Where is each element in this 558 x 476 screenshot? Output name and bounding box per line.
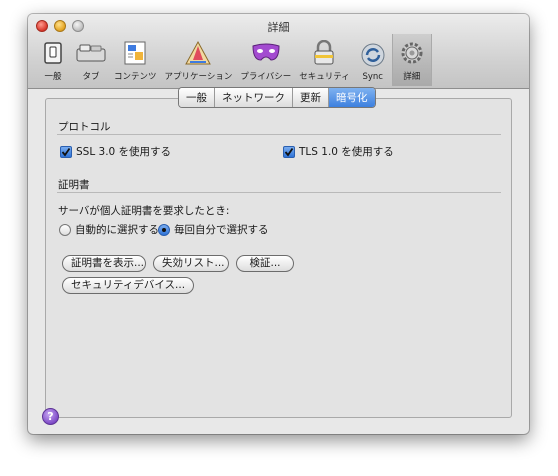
tab-encryption[interactable]: 暗号化 (329, 88, 375, 107)
radio-ask-every-time-row[interactable]: 毎回自分で選択する (158, 222, 269, 237)
certificates-divider (57, 192, 501, 193)
preferences-window: 詳細 一般 タブ コンテンツ アプリケーション プライバシー セキュリティ Sy… (28, 14, 529, 434)
toolbar-label-advanced: 詳細 (403, 72, 421, 82)
help-button[interactable]: ? (42, 408, 59, 425)
mask-icon (251, 39, 281, 67)
toolbar-item-applications[interactable]: アプリケーション (161, 34, 237, 86)
toolbar-item-general[interactable]: 一般 (34, 34, 72, 86)
toolbar-item-sync[interactable]: Sync (354, 34, 392, 86)
radio-ask-every-time[interactable] (158, 223, 170, 236)
sync-icon (358, 41, 388, 69)
toolbar-label-tabs: タブ (82, 72, 100, 82)
ssl-checkbox[interactable] (60, 145, 72, 158)
toolbar-label-applications: アプリケーション (164, 72, 233, 82)
toolbar-label-sync: Sync (362, 72, 383, 82)
toolbar-item-privacy[interactable]: プライバシー (236, 34, 295, 86)
content-icon (120, 39, 150, 67)
radio-ask-every-time-label: 毎回自分で選択する (174, 224, 269, 236)
encryption-pane: プロトコル SSL 3.0 を使用する TLS 1.0 を使用する 証明書 サー… (45, 98, 512, 418)
window-title: 詳細 (267, 21, 290, 34)
advanced-tabs: 一般 ネットワーク 更新 暗号化 (178, 87, 376, 108)
tls-checkbox[interactable] (283, 145, 295, 158)
toolbar-label-general: 一般 (44, 72, 62, 82)
tab-network[interactable]: ネットワーク (215, 88, 293, 107)
toolbar-label-security: セキュリティ (299, 72, 350, 82)
titlebar: 詳細 一般 タブ コンテンツ アプリケーション プライバシー セキュリティ Sy… (28, 14, 529, 89)
checkmark-icon (284, 147, 294, 156)
toolbar-item-content[interactable]: コンテンツ (110, 34, 161, 86)
certificates-heading: 証明書 (58, 179, 90, 191)
validation-button[interactable]: 検証... (236, 255, 294, 272)
security-devices-button[interactable]: セキュリティデバイス... (62, 277, 194, 294)
applications-icon (183, 39, 213, 67)
tab-update[interactable]: 更新 (293, 88, 329, 107)
radio-auto-select-row[interactable]: 自動的に選択する (59, 222, 159, 237)
tls-checkbox-row[interactable]: TLS 1.0 を使用する (283, 144, 394, 159)
certificate-prompt: サーバが個人証明書を要求したとき: (58, 205, 230, 217)
toolbar-item-tabs[interactable]: タブ (72, 34, 110, 86)
tls-checkbox-label: TLS 1.0 を使用する (299, 146, 394, 158)
checkmark-icon (61, 147, 71, 156)
toolbar-item-security[interactable]: セキュリティ (295, 34, 354, 86)
toolbar-item-advanced[interactable]: 詳細 (391, 34, 432, 86)
tabs-icon (76, 39, 106, 67)
toolbar-label-content: コンテンツ (114, 72, 157, 82)
revocation-lists-button[interactable]: 失効リスト... (153, 255, 229, 272)
preferences-toolbar: 一般 タブ コンテンツ アプリケーション プライバシー セキュリティ Sync … (34, 34, 432, 86)
protocol-heading: プロトコル (58, 121, 111, 133)
protocol-divider (57, 134, 501, 135)
tab-general[interactable]: 一般 (179, 88, 215, 107)
switch-icon (38, 39, 68, 67)
lock-icon (309, 39, 339, 67)
view-certificates-button[interactable]: 証明書を表示... (62, 255, 146, 272)
radio-auto-select[interactable] (59, 223, 71, 236)
ssl-checkbox-label: SSL 3.0 を使用する (76, 146, 172, 158)
gear-icon (397, 39, 427, 67)
toolbar-label-privacy: プライバシー (240, 72, 292, 82)
radio-auto-select-label: 自動的に選択する (75, 224, 159, 236)
ssl-checkbox-row[interactable]: SSL 3.0 を使用する (60, 144, 171, 159)
